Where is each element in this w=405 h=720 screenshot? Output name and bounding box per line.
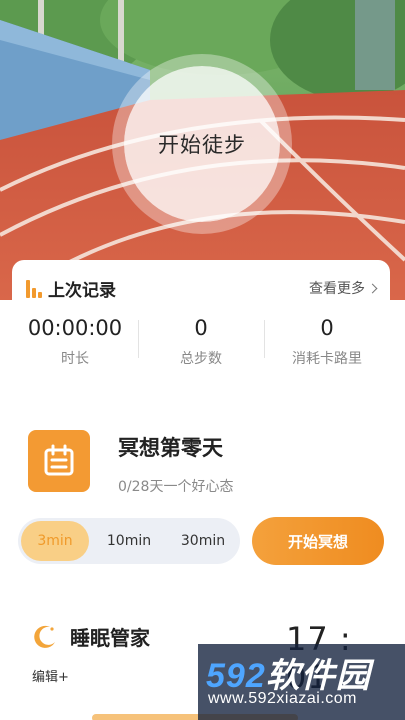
meditation-subtitle: 0/28天一个好心态 <box>118 479 234 495</box>
duration-option-3min[interactable]: 3min <box>21 521 89 561</box>
start-meditation-button[interactable]: 开始冥想 <box>252 517 384 565</box>
stat-label: 消耗卡路里 <box>292 351 362 367</box>
hero-banner: 开始徒步 <box>0 0 405 300</box>
record-stats: 00:00:00 时长 0 总步数 0 消耗卡路里 <box>12 316 390 368</box>
view-more-link[interactable]: 查看更多 <box>309 278 378 298</box>
duration-selector: 3min 10min 30min <box>18 518 240 564</box>
stat-value: 0 <box>194 316 208 340</box>
edit-button[interactable]: 编辑+ <box>32 666 69 685</box>
stat-label: 时长 <box>61 351 89 367</box>
last-record-card: 上次记录 查看更多 00:00:00 时长 0 总步数 0 消耗卡路里 <box>12 260 390 388</box>
meditation-title: 冥想第零天 <box>118 436 223 460</box>
start-walk-button[interactable]: 开始徒步 <box>124 66 280 222</box>
duration-option-10min[interactable]: 10min <box>95 521 163 561</box>
stat-value: 0 <box>320 316 334 340</box>
moon-icon <box>34 625 55 648</box>
chevron-right-icon <box>367 283 378 293</box>
sleep-manager-title: 睡眠管家 <box>70 626 150 650</box>
stat-duration: 00:00:00 时长 <box>12 316 138 368</box>
calendar-icon <box>28 430 90 492</box>
start-meditation-label: 开始冥想 <box>287 532 348 551</box>
view-more-label: 查看更多 <box>309 281 365 297</box>
watermark-url: www.592xiazai.com <box>208 690 357 707</box>
start-walk-label: 开始徒步 <box>158 133 246 157</box>
bar-chart-icon <box>26 279 42 298</box>
stat-calories: 0 消耗卡路里 <box>264 316 390 368</box>
duration-option-30min[interactable]: 30min <box>169 521 237 561</box>
stat-label: 总步数 <box>180 351 222 367</box>
stat-value: 00:00:00 <box>27 316 123 340</box>
site-watermark: 592软件园 www.592xiazai.com <box>198 644 405 720</box>
stat-steps: 0 总步数 <box>138 316 264 368</box>
last-record-header: 上次记录 <box>26 276 116 301</box>
last-record-title: 上次记录 <box>48 281 116 301</box>
